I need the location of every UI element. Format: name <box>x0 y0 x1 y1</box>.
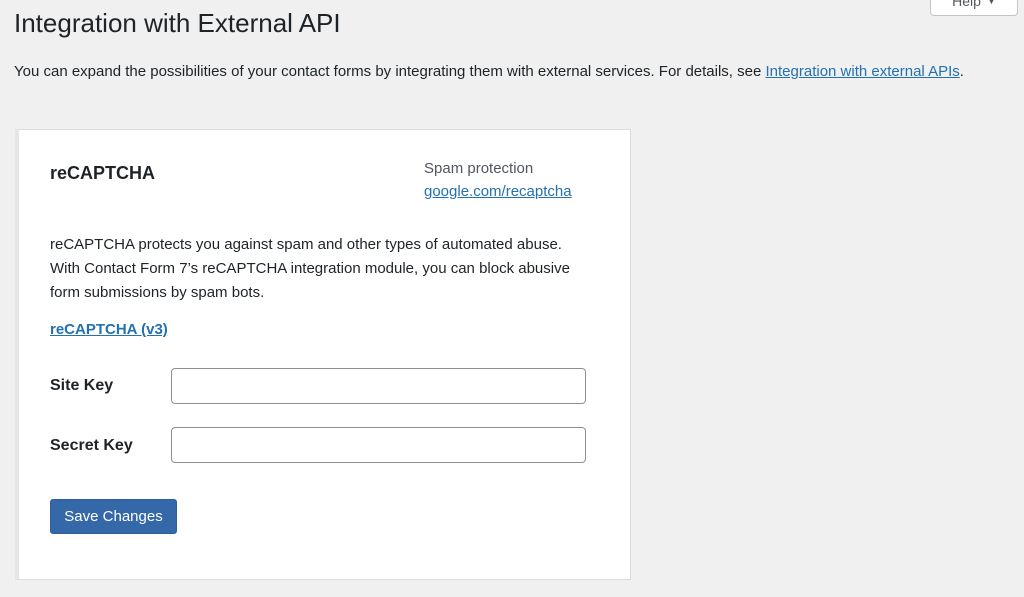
help-tab-button[interactable]: Help ▼ <box>930 0 1018 16</box>
integration-docs-link[interactable]: Integration with external APIs <box>766 63 960 80</box>
intro-end: . <box>959 63 964 80</box>
recaptcha-version-link[interactable]: reCAPTCHA (v3) <box>50 319 168 341</box>
secret-key-label: Secret Key <box>50 437 133 454</box>
intro-text: You can expand the possibilities of your… <box>14 63 766 80</box>
caret-down-icon: ▼ <box>986 0 996 6</box>
secret-key-input[interactable] <box>171 427 586 463</box>
page-title: Integration with External API <box>14 8 341 38</box>
card-meta: Spam protection google.com/recaptcha <box>424 157 572 203</box>
integration-page: Help ▼ Integration with External API You… <box>0 0 1024 597</box>
recaptcha-card: reCAPTCHA Spam protection google.com/rec… <box>15 129 631 580</box>
card-title: reCAPTCHA <box>50 163 156 183</box>
category-label: Spam protection <box>424 160 534 177</box>
help-tab-label: Help <box>952 0 981 9</box>
site-key-label: Site Key <box>50 377 114 394</box>
recaptcha-site-link[interactable]: google.com/recaptcha <box>424 180 572 203</box>
intro-paragraph: You can expand the possibilities of your… <box>14 60 1014 84</box>
save-changes-button[interactable]: Save Changes <box>50 499 177 534</box>
site-key-input[interactable] <box>171 368 586 404</box>
card-description: reCAPTCHA protects you against spam and … <box>50 236 570 301</box>
